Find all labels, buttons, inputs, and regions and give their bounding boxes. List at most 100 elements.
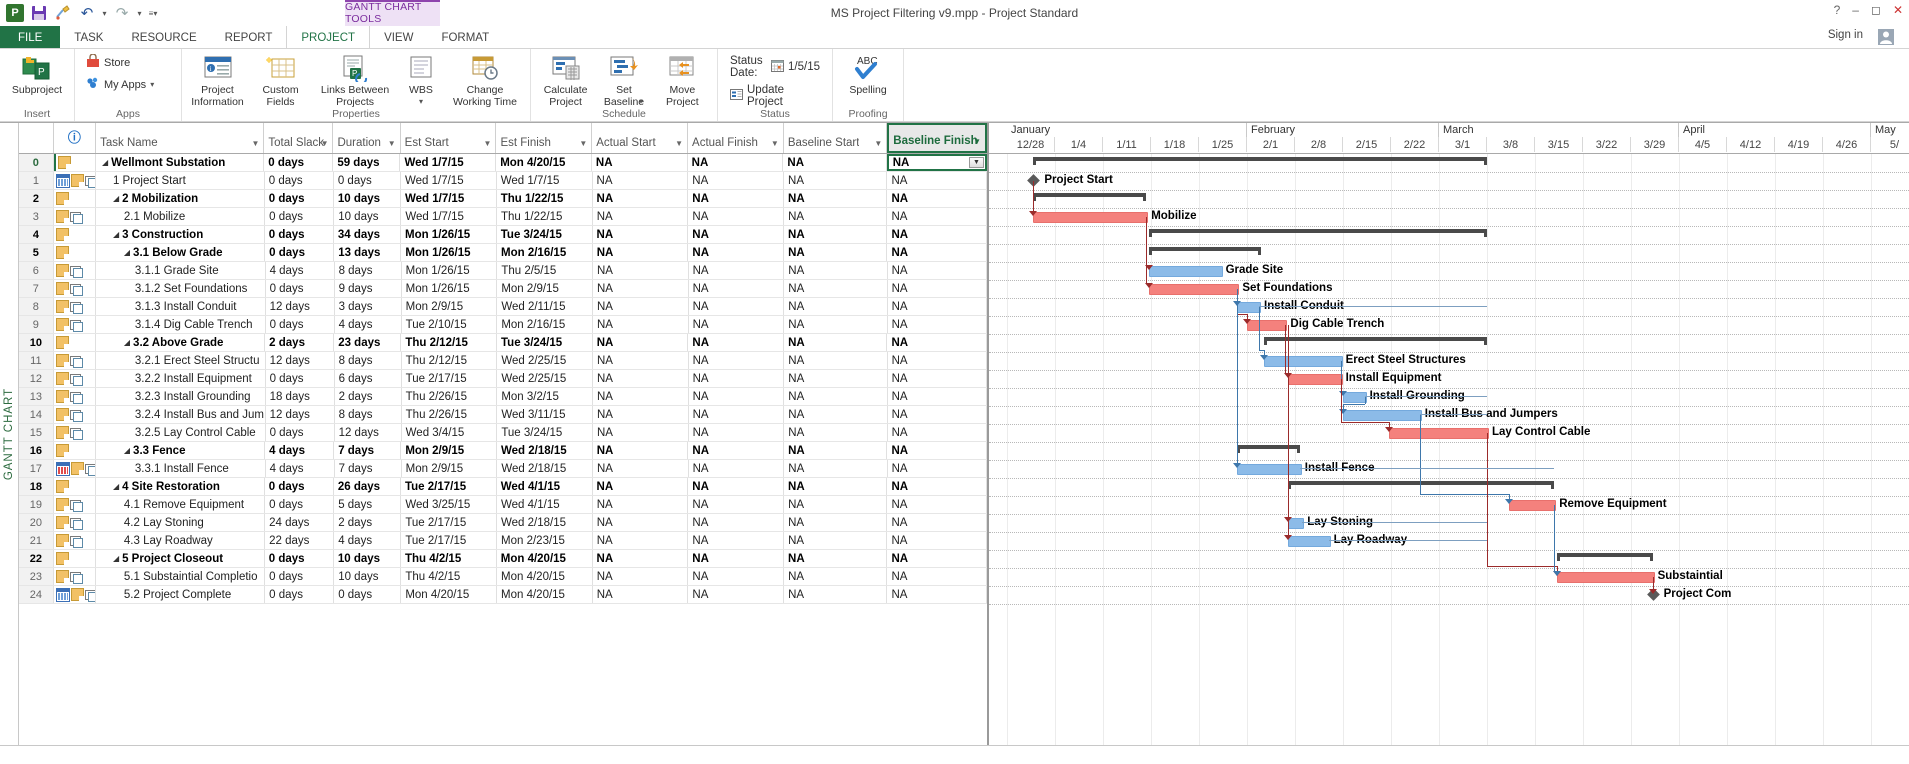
gantt-task-bar[interactable]	[1388, 428, 1489, 439]
cell-duration[interactable]: 2 days	[334, 514, 402, 531]
cell-indicators[interactable]	[54, 388, 96, 405]
cell-baseline-start[interactable]: NA	[784, 478, 888, 495]
cell-total-slack[interactable]: 12 days	[266, 406, 335, 423]
cell-indicators[interactable]	[54, 316, 96, 333]
gantt-task-bar[interactable]	[1247, 320, 1288, 331]
cell-est-start[interactable]: Thu 2/12/15	[401, 334, 498, 351]
cell-est-start[interactable]: Mon 1/26/15	[401, 244, 498, 261]
note-indicator-icon[interactable]	[55, 192, 69, 205]
cell-est-finish[interactable]: Mon 2/23/15	[497, 532, 593, 549]
cell-task-name[interactable]: ◢ 4 Site Restoration	[96, 478, 265, 495]
cell-row-number[interactable]: 2	[19, 190, 54, 207]
cell-est-finish[interactable]: Wed 4/1/15	[497, 496, 593, 513]
task-row[interactable]: 11 3.2.1 Erect Steel Structu 12 days 8 days…	[19, 352, 987, 370]
note-indicator-icon[interactable]	[55, 372, 69, 385]
cell-duration[interactable]: 3 days	[335, 298, 402, 315]
cell-baseline-finish[interactable]: NA	[888, 352, 987, 369]
column-header-actual-finish[interactable]: Actual Finish ▼	[688, 123, 784, 153]
cell-est-start[interactable]: Tue 2/17/15	[401, 532, 498, 549]
cell-actual-finish[interactable]: NA	[689, 370, 785, 387]
cell-task-name[interactable]: 3.1.4 Dig Cable Trench	[96, 316, 266, 333]
cell-baseline-finish[interactable]: NA	[887, 550, 987, 567]
cell-baseline-start[interactable]: NA	[784, 226, 888, 243]
cell-total-slack[interactable]: 0 days	[265, 568, 335, 585]
cell-baseline-finish[interactable]: NA	[887, 190, 987, 207]
task-row[interactable]: 3 2.1 Mobilize 0 days 10 days Wed 1/7/15 Thu …	[19, 208, 987, 226]
cell-row-number[interactable]: 19	[19, 496, 54, 513]
cell-task-name[interactable]: 3.2.3 Install Grounding	[96, 388, 266, 405]
cell-indicators[interactable]	[54, 190, 96, 207]
collapse-triangle-icon[interactable]: ◢	[102, 158, 108, 167]
column-header-task-name[interactable]: Task Name ▼	[96, 123, 265, 153]
cell-actual-finish[interactable]: NA	[688, 226, 785, 243]
cell-indicators[interactable]	[54, 352, 96, 369]
cell-actual-start[interactable]: NA	[593, 208, 689, 225]
cell-est-start[interactable]: Mon 2/9/15	[402, 460, 498, 477]
cell-total-slack[interactable]: 12 days	[266, 352, 335, 369]
cell-duration[interactable]: 7 days	[334, 442, 402, 459]
cell-total-slack[interactable]: 0 days	[266, 280, 335, 297]
task-row[interactable]: 18 ◢ 4 Site Restoration 0 days 26 days Tue 2/…	[19, 478, 987, 496]
cell-est-finish[interactable]: Mon 4/20/15	[496, 154, 592, 171]
cell-row-number[interactable]: 12	[19, 370, 54, 387]
cell-indicators[interactable]	[54, 424, 96, 441]
task-row[interactable]: 1 1 Project Start 0 days 0 days Wed 1/7/15 We…	[19, 172, 987, 190]
cell-baseline-finish[interactable]: NA	[887, 172, 987, 189]
note-indicator-icon[interactable]	[55, 336, 69, 349]
constraint-indicator-icon[interactable]	[69, 427, 83, 440]
cell-actual-finish[interactable]: NA	[689, 406, 785, 423]
note-indicator-icon[interactable]	[55, 534, 69, 547]
task-row[interactable]: 9 3.1.4 Dig Cable Trench 0 days 4 days Tue 2…	[19, 316, 987, 334]
column-header-total-slack[interactable]: Total Slack ▼	[264, 123, 334, 153]
wbs-button[interactable]: WBS ▾	[398, 51, 444, 106]
cell-total-slack[interactable]: 0 days	[264, 154, 334, 171]
cell-duration[interactable]: 8 days	[335, 262, 402, 279]
cell-task-name[interactable]: 5.2 Project Complete	[96, 586, 266, 603]
collapse-triangle-icon[interactable]: ◢	[113, 194, 119, 203]
format-painter-icon[interactable]	[52, 2, 74, 24]
cell-task-name[interactable]: ◢ 3 Construction	[96, 226, 265, 243]
view-name-strip[interactable]: GANTT CHART	[0, 123, 19, 745]
note-indicator-icon[interactable]	[55, 498, 69, 511]
cell-est-finish[interactable]: Thu 2/5/15	[497, 262, 593, 279]
subproject-button[interactable]: P Subproject	[4, 51, 70, 97]
cell-baseline-finish[interactable]: NA	[888, 460, 987, 477]
cell-actual-start[interactable]: NA	[593, 568, 689, 585]
cell-actual-start[interactable]: NA	[593, 172, 689, 189]
cell-baseline-start[interactable]: NA	[784, 442, 888, 459]
constraint-indicator-icon[interactable]	[69, 499, 83, 512]
cell-row-number[interactable]: 16	[19, 442, 54, 459]
cell-est-start[interactable]: Tue 2/17/15	[401, 478, 497, 495]
task-row[interactable]: 7 3.1.2 Set Foundations 0 days 9 days Mon 1/…	[19, 280, 987, 298]
project-information-button[interactable]: i Project Information	[186, 51, 249, 108]
gantt-summary-bar[interactable]	[1237, 445, 1300, 453]
cell-actual-start[interactable]: NA	[593, 262, 689, 279]
cell-row-number[interactable]: 0	[19, 154, 54, 171]
status-date-row[interactable]: Status Date: 1/5/15	[730, 55, 820, 79]
cell-baseline-start[interactable]: NA	[784, 550, 888, 567]
cell-est-start[interactable]: Mon 1/26/15	[402, 280, 498, 297]
cell-duration[interactable]: 59 days	[333, 154, 401, 171]
cell-baseline-finish[interactable]: NA	[888, 388, 987, 405]
cell-baseline-finish[interactable]: NA	[887, 568, 987, 585]
cell-actual-start[interactable]: NA	[593, 334, 689, 351]
tab-resource[interactable]: RESOURCE	[117, 26, 210, 49]
cell-row-number[interactable]: 21	[19, 532, 54, 549]
gantt-summary-bar[interactable]	[1287, 481, 1555, 489]
undo-caret-icon[interactable]: ▾	[100, 2, 109, 24]
cell-duration[interactable]: 26 days	[334, 478, 401, 495]
cell-task-name[interactable]: 4.2 Lay Stoning	[96, 514, 266, 531]
cell-actual-finish[interactable]: NA	[688, 208, 785, 225]
cell-est-finish[interactable]: Tue 3/24/15	[497, 334, 593, 351]
cell-est-start[interactable]: Tue 2/10/15	[402, 316, 498, 333]
cell-row-number[interactable]: 7	[19, 280, 54, 297]
cell-est-start[interactable]: Mon 2/9/15	[402, 298, 498, 315]
column-filter-caret-icon[interactable]: ▼	[484, 139, 492, 148]
cell-actual-start[interactable]: NA	[593, 352, 689, 369]
cell-baseline-finish[interactable]: NA	[887, 226, 987, 243]
cell-actual-finish[interactable]: NA	[689, 460, 785, 477]
cell-row-number[interactable]: 17	[19, 460, 54, 477]
cell-actual-finish[interactable]: NA	[688, 190, 785, 207]
cell-actual-start[interactable]: NA	[592, 154, 688, 171]
cell-row-number[interactable]: 18	[19, 478, 54, 495]
